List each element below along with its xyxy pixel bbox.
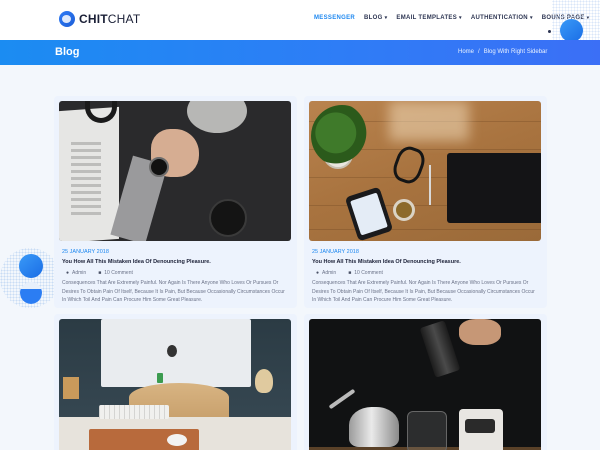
post-excerpt: Consequences That Are Extremely Painful.…	[312, 280, 535, 304]
nav-label: EMAIL TEMPLATES	[396, 15, 458, 21]
chevron-down-icon: ▾	[459, 15, 462, 21]
chevron-down-icon: ▾	[384, 15, 388, 21]
coffee-brewing-photo[interactable]	[309, 319, 541, 450]
logo-text: CHITCHAT	[79, 12, 140, 26]
author-name: Admin	[72, 270, 87, 276]
comment-count: 10 Comment	[354, 270, 383, 276]
post-date: 25 JANUARY 2018	[312, 249, 359, 255]
chevron-down-icon: ▾	[529, 15, 533, 21]
page-title: Blog	[55, 46, 80, 58]
nav-label: MESSENGER	[314, 15, 356, 21]
desk-setup-photo[interactable]	[59, 319, 291, 450]
post-author[interactable]: ● Admin	[316, 270, 336, 276]
nav-item-authentication[interactable]: AUTHENTICATION ▾	[471, 15, 533, 21]
comment-count: 10 Comment	[104, 270, 133, 276]
nav-item-email-templates[interactable]: EMAIL TEMPLATES ▾	[396, 15, 461, 21]
breadcrumb-current: Blog With Right Sidebar	[483, 49, 548, 55]
nav-item-blog[interactable]: BLOG ▾	[364, 15, 387, 21]
logo-text-light: CHAT	[107, 12, 141, 26]
comment-icon: ■	[348, 270, 352, 276]
site-logo[interactable]: CHITCHAT	[59, 11, 140, 27]
blog-card	[54, 314, 297, 450]
post-date: 25 JANUARY 2018	[62, 249, 109, 255]
post-comments[interactable]: ■ 10 Comment	[348, 270, 383, 276]
hand-with-watch-photo[interactable]	[59, 101, 291, 241]
nav-item-messenger[interactable]: MESSENGER	[314, 15, 355, 21]
post-meta: ● Admin ■ 10 Comment	[66, 270, 133, 276]
nav-label: BLOG	[364, 15, 383, 21]
post-author[interactable]: ● Admin	[66, 270, 86, 276]
decorative-circle	[19, 254, 43, 278]
breadcrumb-separator: /	[478, 49, 480, 55]
breadcrumb-home-link[interactable]: Home	[458, 49, 474, 55]
breadcrumb: Home / Blog With Right Sidebar	[458, 49, 547, 55]
post-title[interactable]: You How All This Mistaken Idea Of Denoun…	[62, 259, 211, 265]
page-banner: Blog Home / Blog With Right Sidebar	[0, 40, 600, 65]
blog-card: 25 JANUARY 2018 You How All This Mistake…	[304, 96, 547, 308]
decorative-half-circle	[20, 282, 42, 304]
post-comments[interactable]: ■ 10 Comment	[98, 270, 133, 276]
nav-label: AUTHENTICATION	[470, 15, 528, 21]
wood-desk-photo[interactable]	[309, 101, 541, 241]
decorative-dot	[548, 30, 551, 33]
blog-card	[304, 314, 547, 450]
top-navbar: CHITCHAT MESSENGER BLOG ▾ EMAIL TEMPLATES…	[0, 0, 600, 40]
comment-icon: ■	[98, 270, 102, 276]
post-title[interactable]: You How All This Mistaken Idea Of Denoun…	[312, 259, 461, 265]
logo-text-bold: CHIT	[79, 12, 108, 26]
user-icon: ●	[316, 270, 320, 276]
decorative-circle	[560, 19, 583, 42]
chat-bubble-logo-icon	[59, 11, 75, 27]
user-icon: ●	[66, 270, 70, 276]
main-nav: MESSENGER BLOG ▾ EMAIL TEMPLATES ▾ AUTHENT…	[314, 15, 589, 21]
post-excerpt: Consequences That Are Extremely Painful.…	[62, 280, 285, 304]
post-meta: ● Admin ■ 10 Comment	[316, 270, 383, 276]
blog-card: 25 JANUARY 2018 You How All This Mistake…	[54, 96, 297, 308]
author-name: Admin	[322, 270, 337, 276]
